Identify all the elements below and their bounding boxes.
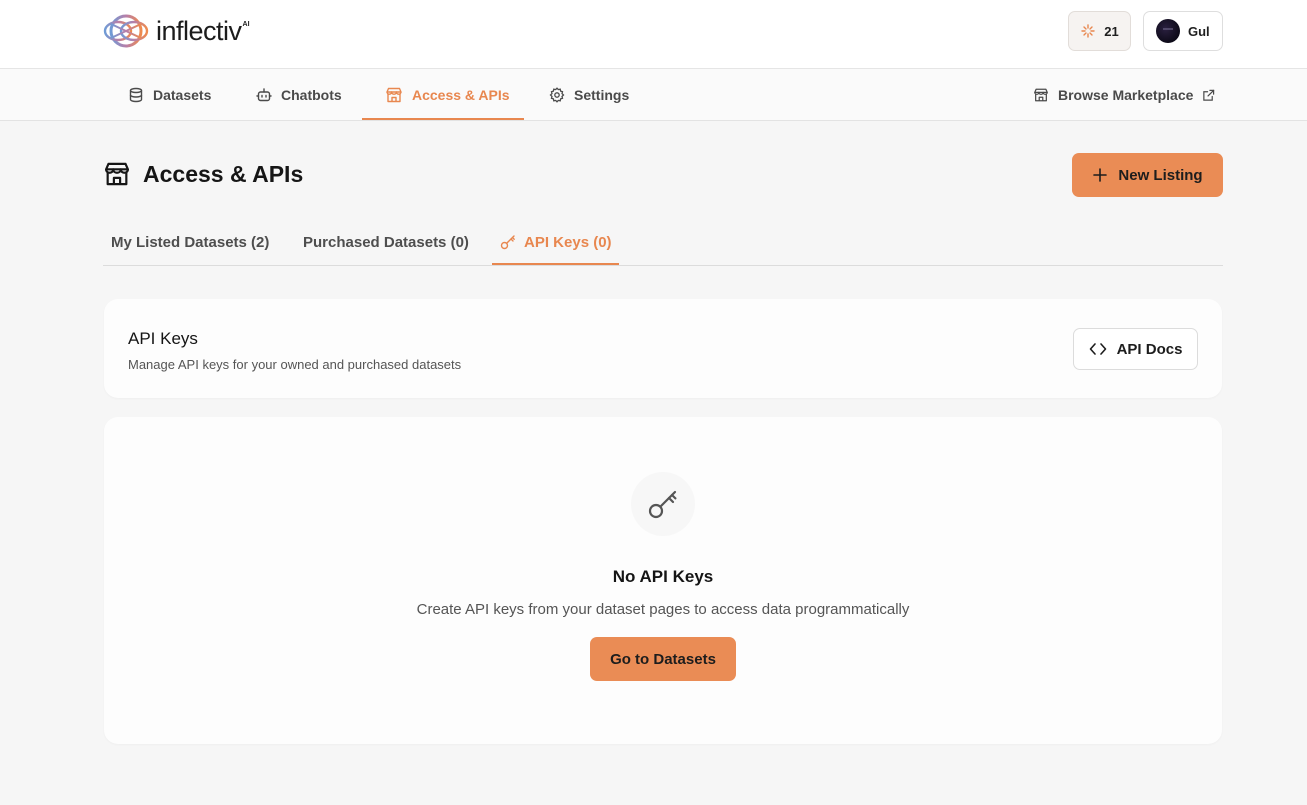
empty-state-description: Create API keys from your dataset pages …	[416, 601, 910, 618]
tab-label: My Listed Datasets (2)	[111, 233, 270, 251]
active-nav-indicator	[362, 118, 524, 120]
logo-mark-icon	[102, 13, 150, 49]
tabs: My Listed Datasets (2) Purchased Dataset…	[103, 219, 1223, 266]
nav-item-datasets[interactable]: Datasets	[128, 69, 211, 121]
new-listing-label: New Listing	[1118, 166, 1203, 184]
card-subtitle: Manage API keys for your owned and purch…	[128, 357, 462, 372]
brand-logo[interactable]: inflectiv AI	[102, 13, 250, 49]
tab-purchased-datasets[interactable]: Purchased Datasets (0)	[303, 219, 469, 265]
credits-count: 21	[1104, 23, 1119, 39]
tab-label: API Keys (0)	[524, 233, 612, 251]
empty-state-card: No API Keys Create API keys from your da…	[104, 417, 1222, 744]
tab-label: Purchased Datasets (0)	[303, 233, 469, 251]
nav-item-settings[interactable]: Settings	[549, 69, 629, 121]
top-bar: inflectiv AI 21 Gul	[0, 0, 1307, 69]
marketplace-label: Browse Marketplace	[1058, 87, 1194, 103]
avatar	[1156, 19, 1180, 43]
api-docs-label: API Docs	[1116, 340, 1183, 358]
brand-name: inflectiv	[156, 15, 242, 46]
go-to-datasets-button[interactable]: Go to Datasets	[590, 637, 736, 681]
api-keys-card: API Keys Manage API keys for your owned …	[104, 299, 1222, 398]
empty-state-icon	[631, 472, 695, 536]
nav-label: Chatbots	[281, 87, 342, 103]
card-title: API Keys	[128, 329, 198, 348]
plus-icon	[1092, 167, 1108, 183]
store-icon	[103, 160, 131, 188]
active-tab-indicator	[492, 263, 619, 265]
nav-label: Settings	[574, 87, 630, 103]
tab-api-keys[interactable]: API Keys (0)	[500, 219, 612, 265]
nav-item-access-apis[interactable]: Access & APIs	[385, 69, 510, 121]
page-title-text: Access & APIs	[143, 160, 304, 187]
sparkle-icon	[1080, 23, 1096, 39]
nav-item-chatbots[interactable]: Chatbots	[256, 69, 342, 121]
nav-label: Datasets	[153, 87, 212, 103]
api-docs-button[interactable]: API Docs	[1073, 328, 1198, 370]
tab-my-listed-datasets[interactable]: My Listed Datasets (2)	[111, 219, 269, 265]
page-title: Access & APIs	[103, 160, 303, 188]
store-icon	[385, 86, 403, 104]
external-link-icon	[1202, 89, 1215, 102]
key-icon	[500, 234, 516, 250]
browse-marketplace-link[interactable]: Browse Marketplace	[1033, 69, 1215, 121]
new-listing-button[interactable]: New Listing	[1072, 153, 1223, 197]
empty-state-title: No API Keys	[612, 567, 714, 586]
code-icon	[1089, 341, 1107, 357]
credits-button[interactable]: 21	[1068, 11, 1131, 51]
key-icon	[647, 488, 679, 520]
user-menu-button[interactable]: Gul	[1143, 11, 1223, 51]
user-name: Gul	[1188, 23, 1210, 39]
database-icon	[128, 87, 144, 103]
brand-superscript: AI	[242, 20, 250, 28]
gear-icon	[549, 87, 565, 103]
nav-label: Access & APIs	[412, 87, 510, 103]
store-icon	[1033, 87, 1049, 103]
main-nav: Datasets Chatbots Access & APIs Settings…	[0, 69, 1307, 121]
bot-icon	[256, 87, 272, 103]
